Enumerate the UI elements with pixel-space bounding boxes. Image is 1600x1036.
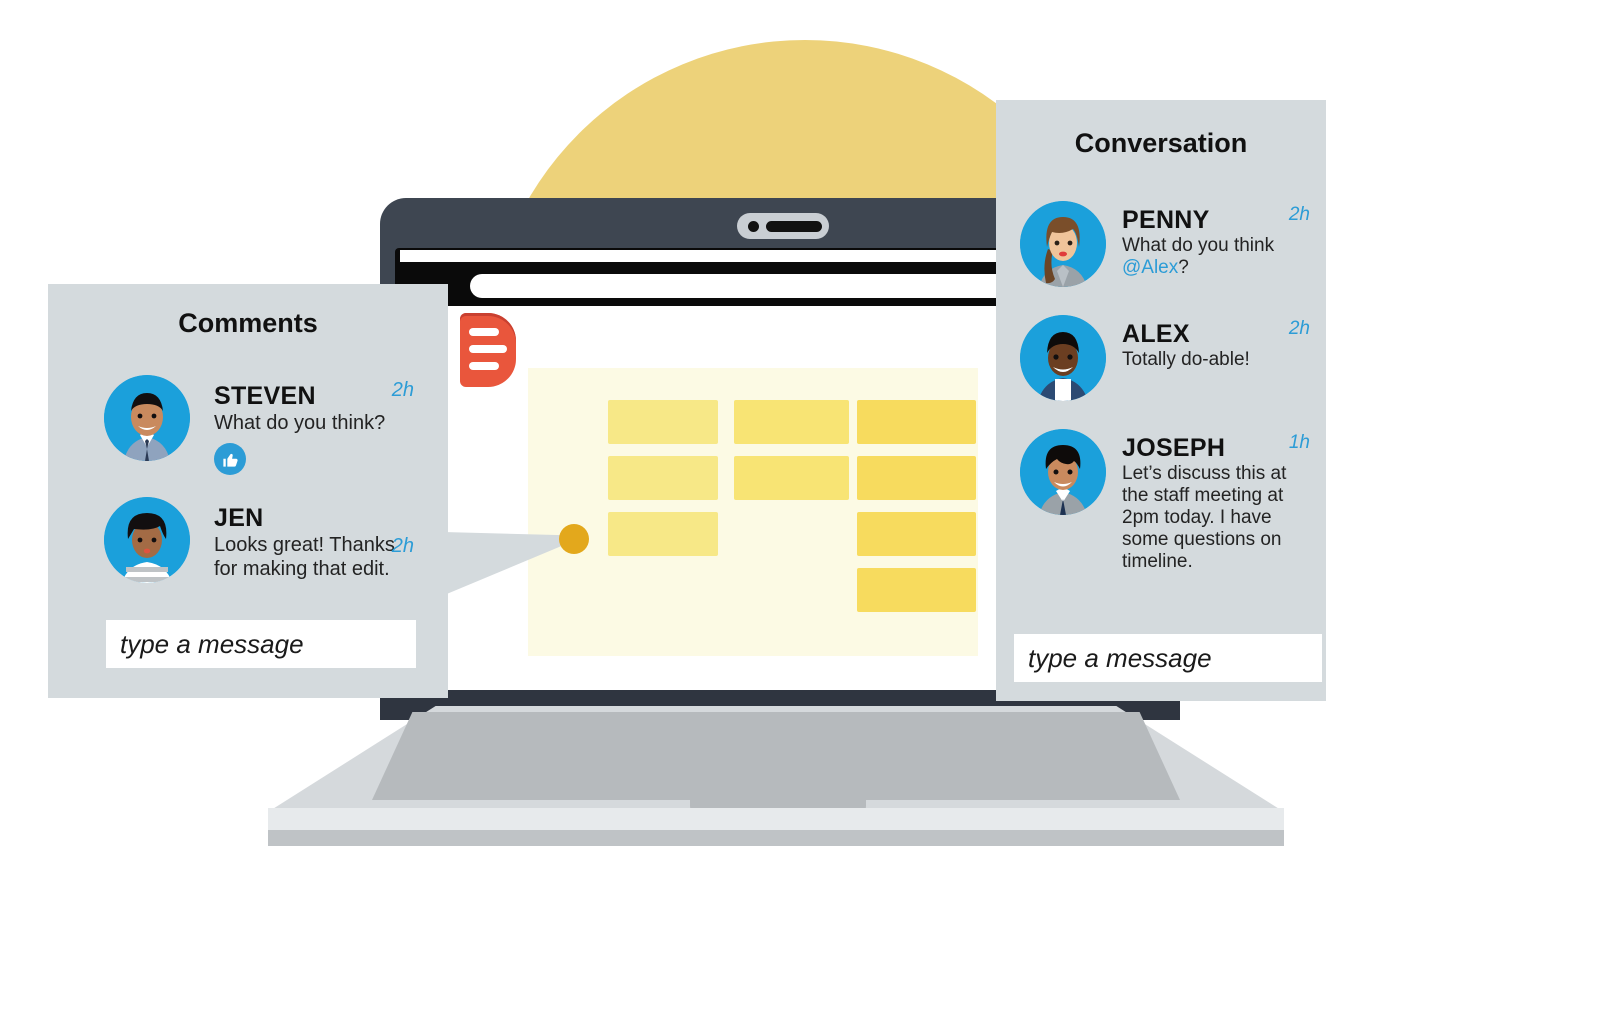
laptop-base-front	[268, 808, 1284, 832]
conversation-panel: Conversation PENNY What do you think @Al	[996, 100, 1326, 701]
avatar-steven	[104, 375, 190, 461]
conversation-text-after: ?	[1178, 257, 1189, 278]
conversation-item[interactable]: JOSEPH Let’s discuss this at the staff m…	[1020, 429, 1310, 573]
comment-timestamp: 2h	[391, 379, 414, 401]
comments-composer[interactable]: type a message	[106, 620, 416, 668]
conversation-author: PENNY	[1122, 206, 1210, 234]
laptop-keyboard-deck	[372, 712, 1180, 800]
conversation-panel-title: Conversation	[1074, 128, 1248, 158]
conversation-timestamp: 1h	[1288, 432, 1310, 453]
comments-panel: Comments STEVEN What do you think? 2h JE…	[48, 284, 448, 698]
laptop-base-underside	[268, 830, 1284, 846]
comment-text: What do you think?	[214, 412, 386, 434]
conversation-text: Let’s discuss this at the staff meeting …	[1122, 463, 1287, 572]
illustration-stage: Comments STEVEN What do you think? 2h JE…	[0, 0, 1600, 1036]
conversation-body: ALEX Totally do-able! 2h	[1122, 315, 1310, 371]
comment-item[interactable]: JEN Looks great! Thanks for making that …	[104, 497, 414, 583]
conversation-body: PENNY What do you think @Alex? 2h	[1122, 201, 1310, 279]
conversation-item[interactable]: PENNY What do you think @Alex? 2h	[1020, 201, 1310, 287]
comment-body: JEN Looks great! Thanks for making that …	[214, 497, 414, 581]
conversation-text-before: What do you think	[1122, 235, 1275, 256]
avatar-alex	[1020, 315, 1106, 401]
conversation-item[interactable]: ALEX Totally do-able! 2h	[1020, 315, 1310, 401]
conversation-author: JOSEPH	[1122, 434, 1226, 462]
avatar-jen	[104, 497, 190, 583]
avatar-joseph	[1020, 429, 1106, 515]
comment-text: Looks great! Thanks for making that edit…	[214, 534, 395, 580]
laptop-base	[268, 706, 1284, 812]
comment-author: STEVEN	[214, 382, 316, 410]
conversation-composer[interactable]: type a message	[1014, 634, 1322, 682]
conversation-composer-placeholder: type a message	[1028, 642, 1212, 673]
conversation-timestamp: 2h	[1288, 318, 1310, 339]
laptop-front-notch	[690, 796, 866, 816]
conversation-text: What do you think @Alex?	[1122, 235, 1302, 279]
conversation-body: JOSEPH Let’s discuss this at the staff m…	[1122, 429, 1310, 573]
conversation-timestamp: 2h	[1288, 204, 1310, 225]
conversation-text: Totally do-able!	[1122, 349, 1250, 370]
conversation-author: ALEX	[1122, 320, 1190, 348]
comments-composer-placeholder: type a message	[120, 628, 304, 659]
mention-link[interactable]: @Alex	[1122, 257, 1178, 278]
comment-timestamp: 2h	[391, 535, 414, 557]
comment-anchor-dot[interactable]	[559, 524, 589, 554]
comment-body: STEVEN What do you think? 2h	[214, 375, 414, 475]
comment-author: JEN	[214, 504, 264, 532]
avatar-penny	[1020, 201, 1106, 287]
thumbs-up-icon[interactable]	[214, 443, 246, 475]
comment-item[interactable]: STEVEN What do you think? 2h	[104, 375, 414, 475]
comments-panel-title: Comments	[178, 308, 318, 338]
